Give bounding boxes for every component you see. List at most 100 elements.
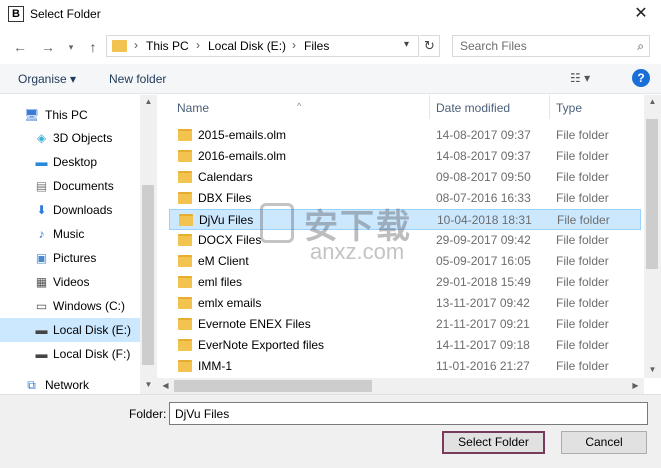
file-name: emlx emails (198, 296, 262, 310)
file-name: 2016-emails.olm (198, 149, 287, 163)
sidebar-scroll-thumb[interactable] (142, 185, 154, 365)
file-name: EverNote Exported files (198, 338, 325, 352)
file-date: 14-08-2017 09:37 (436, 149, 531, 163)
scroll-right-icon[interactable]: ▶ (627, 381, 644, 390)
navigation-pane: 🖥 This PC ◈ 3D Objects ▬ Desktop ▤ Docum… (0, 95, 157, 394)
file-date: 14-11-2017 09:18 (436, 338, 530, 352)
file-list-vertical-scrollbar[interactable]: ▲ ▼ (644, 95, 661, 378)
file-name: Calendars (198, 170, 253, 184)
sidebar-item-documents[interactable]: ▤ Documents (0, 174, 140, 198)
column-header-type[interactable]: Type (550, 95, 640, 119)
table-row[interactable]: 2015-emails.olm 14-08-2017 09:37 File fo… (169, 125, 641, 146)
organise-button[interactable]: Organise ▾ (18, 72, 76, 86)
sidebar-scrollbar[interactable]: ▲ ▼ (140, 95, 157, 394)
sidebar-item-label: Documents (53, 179, 114, 193)
sidebar-item-local-disk-e[interactable]: ▬ Local Disk (E:) (0, 318, 140, 342)
sidebar-item-music[interactable]: ♪ Music (0, 222, 140, 246)
address-bar[interactable]: › This PC › Local Disk (E:) › Files ▾ (106, 35, 419, 57)
network-icon: ⧉ (27, 378, 36, 392)
recent-locations-button[interactable]: ▾ (66, 38, 76, 56)
file-type: File folder (556, 170, 609, 184)
breadcrumb-separator-icon: › (292, 38, 296, 52)
help-icon[interactable]: ? (632, 69, 650, 87)
sidebar-item-label: This PC (45, 108, 88, 122)
folder-icon (178, 339, 192, 351)
file-date: 10-04-2018 18:31 (437, 213, 532, 227)
watermark: 安下载 anxz.com (260, 195, 440, 270)
search-placeholder: Search Files (460, 39, 527, 53)
table-row[interactable]: Calendars 09-08-2017 09:50 File folder (169, 167, 641, 188)
column-header-label: Date modified (436, 101, 511, 115)
forward-button[interactable]: → (40, 38, 56, 56)
file-type: File folder (556, 359, 609, 373)
breadcrumb-files[interactable]: Files (304, 39, 329, 53)
videos-icon: ▦ (35, 275, 48, 289)
select-folder-button[interactable]: Select Folder (442, 431, 545, 454)
arrow-up-icon: ↑ (89, 39, 97, 55)
scroll-up-icon[interactable]: ▲ (140, 97, 157, 106)
sidebar-item-downloads[interactable]: ⬇ Downloads (0, 198, 140, 222)
table-row[interactable]: 2016-emails.olm 14-08-2017 09:37 File fo… (169, 146, 641, 167)
table-row[interactable]: EverNote Exported files 14-11-2017 09:18… (169, 335, 641, 356)
folder-icon (178, 297, 192, 309)
table-row[interactable]: eml files 29-01-2018 15:49 File folder (169, 272, 641, 293)
folder-name-field[interactable] (169, 402, 648, 425)
file-date: 05-09-2017 16:05 (436, 254, 531, 268)
table-row[interactable]: IMM-1 11-01-2016 21:27 File folder (169, 356, 641, 377)
horizontal-scroll-thumb[interactable] (174, 380, 372, 392)
breadcrumb-this-pc[interactable]: This PC (146, 39, 189, 53)
title-bar: B Select Folder ✕ (0, 0, 661, 30)
refresh-button[interactable]: ↻ (420, 35, 440, 57)
file-date: 11-01-2016 21:27 (436, 359, 530, 373)
sidebar-item-windows-c[interactable]: ▭ Windows (C:) (0, 294, 140, 318)
search-input[interactable]: Search Files ⌕ (452, 35, 650, 57)
pc-icon: 🖥 (24, 108, 40, 122)
new-folder-button[interactable]: New folder (109, 72, 166, 86)
view-options-icon[interactable]: ☷ ▾ (570, 71, 590, 85)
file-name: IMM-1 (198, 359, 232, 373)
sidebar-item-label: Network (45, 378, 90, 392)
file-type: File folder (557, 213, 610, 227)
scroll-down-icon[interactable]: ▼ (140, 380, 157, 389)
breadcrumb-local-disk[interactable]: Local Disk (E:) (208, 39, 286, 53)
folder-icon (178, 360, 192, 372)
folder-icon (178, 276, 192, 288)
file-type: File folder (556, 254, 609, 268)
folder-icon (178, 318, 192, 330)
sidebar-item-desktop[interactable]: ▬ Desktop (0, 150, 140, 174)
sidebar-item-this-pc[interactable]: 🖥 This PC (0, 103, 140, 127)
sidebar-item-label: 3D Objects (53, 131, 113, 145)
sidebar-item-label: Desktop (53, 155, 98, 169)
sidebar-item-local-disk-f[interactable]: ▬ Local Disk (F:) (0, 342, 140, 366)
scroll-left-icon[interactable]: ◀ (157, 381, 174, 390)
file-name: DjVu Files (199, 213, 254, 227)
chevron-down-icon[interactable]: ▾ (404, 39, 409, 50)
sidebar-item-3d-objects[interactable]: ◈ 3D Objects (0, 126, 140, 150)
file-type: File folder (556, 317, 609, 331)
table-row[interactable]: emlx emails 13-11-2017 09:42 File folder (169, 293, 641, 314)
close-button[interactable]: ✕ (621, 0, 661, 30)
file-date: 09-08-2017 09:50 (436, 170, 531, 184)
file-list-horizontal-scrollbar[interactable]: ◀ ▶ (157, 378, 644, 394)
scroll-up-icon[interactable]: ▲ (644, 97, 661, 106)
sidebar-item-label: Downloads (53, 203, 113, 217)
table-row[interactable]: Evernote ENEX Files 21-11-2017 09:21 Fil… (169, 314, 641, 335)
column-header-label: Name (177, 101, 210, 115)
cancel-button[interactable]: Cancel (561, 431, 647, 454)
up-button[interactable]: ↑ (85, 38, 101, 56)
sidebar-item-pictures[interactable]: ▣ Pictures (0, 246, 140, 270)
drive-icon: ▬ (35, 323, 48, 337)
sidebar-item-videos[interactable]: ▦ Videos (0, 270, 140, 294)
file-name: eM Client (198, 254, 249, 268)
sidebar-item-network[interactable]: ⧉ Network (0, 373, 140, 394)
chevron-down-icon: ▾ (68, 42, 74, 52)
sidebar-item-label: Pictures (53, 251, 97, 265)
column-header-name[interactable]: Name ^ (157, 95, 427, 119)
back-button[interactable]: ← (12, 38, 28, 56)
column-header-date[interactable]: Date modified (430, 95, 550, 119)
vertical-scroll-thumb[interactable] (646, 119, 658, 269)
file-date: 14-08-2017 09:37 (436, 128, 531, 142)
scroll-down-icon[interactable]: ▼ (644, 365, 661, 374)
music-icon: ♪ (38, 227, 45, 241)
folder-icon (112, 40, 127, 52)
